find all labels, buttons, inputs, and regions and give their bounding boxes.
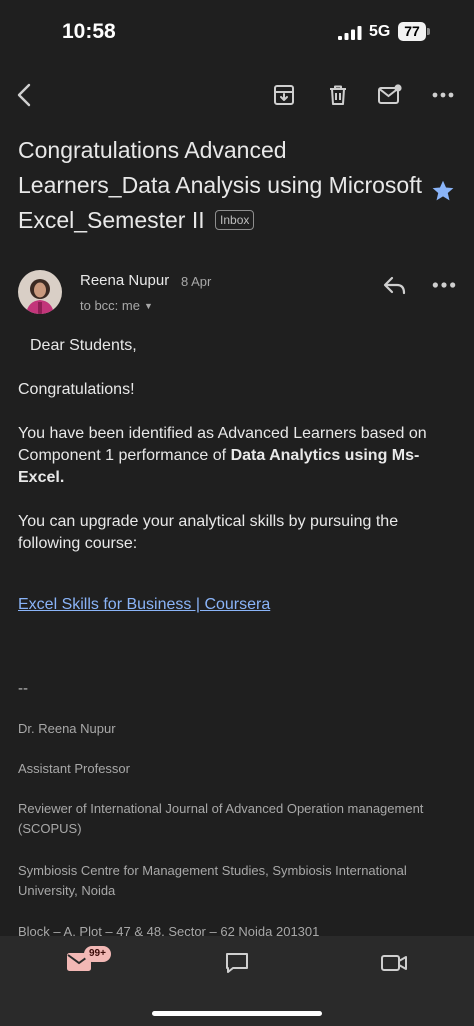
more-horizontal-icon [432,92,454,98]
sender-name[interactable]: Reena Nupur [80,272,169,289]
signal-icon [338,26,362,40]
back-button[interactable] [12,82,38,108]
unread-count-badge: 99+ [84,946,111,962]
paragraph-advanced-learners: You have been identified as Advanced Lea… [18,423,463,489]
email-date: 8 Apr [181,274,212,289]
email-subject: Congratulations Advanced Learners_Data A… [18,133,428,238]
battery-icon: 77 [398,22,430,41]
video-icon[interactable] [380,951,408,975]
coursera-link[interactable]: Excel Skills for Business | Coursera [18,596,270,613]
archive-icon [274,85,294,105]
signature-address: Block – A, Plot – 47 & 48, Sector – 62 N… [18,924,320,936]
more-horizontal-icon[interactable] [431,279,457,291]
delete-button[interactable] [325,82,351,108]
archive-button[interactable] [271,82,297,108]
chevron-left-icon [17,83,31,107]
signature-role: Reviewer of International Journal of Adv… [18,801,424,836]
recipient-text: to bcc: me [80,298,140,313]
greeting: Dear Students, [30,337,137,354]
chevron-down-icon: ▼ [143,301,153,311]
chat-icon[interactable] [224,950,250,976]
trash-icon [330,85,346,105]
battery-level: 77 [404,23,420,39]
status-time: 10:58 [62,20,116,43]
mail-unread-icon [378,84,402,104]
signature-name: Dr. Reena Nupur [18,721,116,736]
home-indicator[interactable] [152,1011,322,1016]
mark-unread-button[interactable] [377,82,403,108]
congrats-line: Congratulations! [18,381,135,398]
signature-title: Assistant Professor [18,761,130,776]
status-bar: 10:58 5G 77 [0,0,474,60]
more-button[interactable] [430,82,456,108]
reply-icon[interactable] [382,273,408,297]
signature-institution: Symbiosis Centre for Management Studies,… [18,863,407,898]
inbox-label[interactable]: Inbox [215,210,255,230]
star-icon[interactable] [430,178,456,204]
coursera-link-wrap: Excel Skills for Business | Coursera [18,594,463,616]
signature-separator: -- [18,680,28,697]
network-label: 5G [369,23,391,40]
paragraph-upgrade: You can upgrade your analytical skills b… [18,513,399,552]
recipient-details[interactable]: to bcc: me ▼ [80,298,153,313]
sender-avatar[interactable] [18,270,62,314]
